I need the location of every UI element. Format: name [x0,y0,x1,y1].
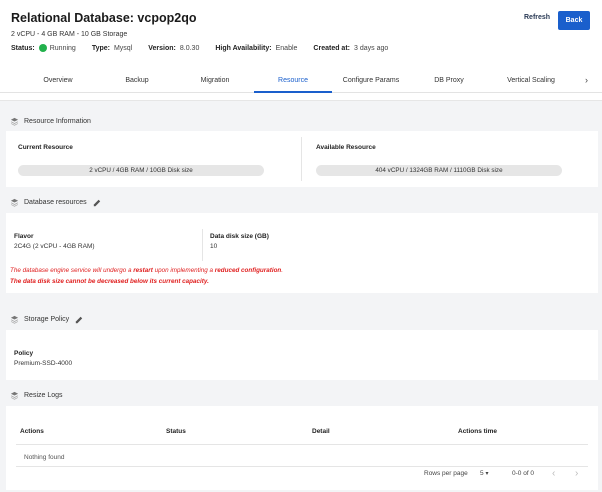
storage-policy-card: Policy Premium-SSD-4000 [6,330,598,380]
flavor-label: Flavor [14,233,34,240]
version-value: 8.0.30 [179,44,200,52]
refresh-button[interactable]: Refresh [524,14,550,21]
column-header-detail: Detail [312,428,330,435]
column-header-status: Status [166,428,186,435]
previous-page-icon[interactable]: ‹ [552,467,555,481]
page-header: Relational Database: vcpop2qo 2 vCPU - 4… [0,0,602,94]
empty-state-text: Nothing found [24,454,65,461]
storage-policy-title: Storage Policy [24,316,70,323]
disk-size-label: Data disk size (GB) [210,233,269,240]
back-button[interactable]: Back [558,11,590,30]
restart-warning: The database engine service will undergo… [10,267,284,274]
tab-migration[interactable]: Migration [186,69,244,93]
type-value: Mysql [113,44,133,52]
layers-icon [10,198,19,207]
tab-resource[interactable]: Resource [254,69,332,93]
instance-meta: Status: Running Type: Mysql Version: 8.0… [11,44,404,52]
storage-policy-header: Storage Policy [0,311,602,328]
status-value: Running [49,44,76,52]
disk-size-warning: The data disk size cannot be decreased b… [10,278,209,285]
table-divider [16,466,588,467]
tab-db-proxy[interactable]: DB Proxy [420,69,478,93]
resource-info-header: Resource Information [0,113,602,130]
version-label: Version: [148,44,176,52]
policy-value: Premium-SSD-4000 [14,360,73,367]
resize-logs-header: Resize Logs [0,387,602,404]
layers-icon [10,315,19,324]
status-label: Status: [11,44,35,52]
edit-pencil-icon[interactable] [93,199,101,207]
flavor-value: 2C4G (2 vCPU - 4GB RAM) [14,243,95,250]
tab-bar: Overview Backup Migration Resource Confi… [0,69,602,93]
ha-label: High Availability: [215,44,272,52]
ha-value: Enable [275,44,298,52]
tab-overview[interactable]: Overview [29,69,87,93]
resize-logs-title: Resize Logs [24,392,63,399]
layers-icon [10,117,19,126]
tab-configure-params[interactable]: Configure Params [337,69,405,93]
status-dot-icon [38,44,47,52]
page-subtitle: 2 vCPU - 4 GB RAM - 10 GB Storage [11,31,128,38]
next-page-icon[interactable]: › [575,467,578,481]
dropdown-caret-icon: ▾ [485,471,489,477]
resource-info-card: Current Resource 2 vCPU / 4GB RAM / 10GB… [6,131,598,187]
divider [301,137,302,181]
resource-info-title: Resource Information [24,118,91,125]
db-resources-header: Database resources [0,194,602,211]
divider [202,229,203,261]
resource-content: Resource Information Current Resource 2 … [0,100,602,492]
edit-pencil-icon[interactable] [75,316,83,324]
created-value: 3 days ago [354,44,389,52]
page-title: Relational Database: vcpop2qo [11,11,197,25]
column-header-actions: Actions [20,428,44,435]
column-header-actions-time: Actions time [458,428,498,435]
db-resources-title: Database resources [24,199,87,206]
resize-logs-card: Actions Status Detail Actions time Nothi… [6,406,598,490]
tabs-scroll-right-icon[interactable]: › [585,69,588,93]
disk-size-value: 10 [210,243,218,250]
tab-backup[interactable]: Backup [108,69,166,93]
tab-vertical-scaling[interactable]: Vertical Scaling [494,69,568,93]
created-label: Created at: [313,44,350,52]
layers-icon [10,391,19,400]
current-resource-value: 2 vCPU / 4GB RAM / 10GB Disk size [18,165,264,176]
type-label: Type: [91,44,110,52]
current-resource-label: Current Resource [18,144,73,151]
available-resource-label: Available Resource [316,144,376,151]
table-divider [16,444,588,445]
rows-per-page-select[interactable]: 5 ▾ [480,467,488,481]
policy-label: Policy [14,350,34,357]
available-resource-value: 404 vCPU / 1324GB RAM / 1110GB Disk size [316,165,562,176]
pagination-range: 0-0 of 0 [512,470,535,477]
rows-per-page-label: Rows per page [424,470,468,477]
